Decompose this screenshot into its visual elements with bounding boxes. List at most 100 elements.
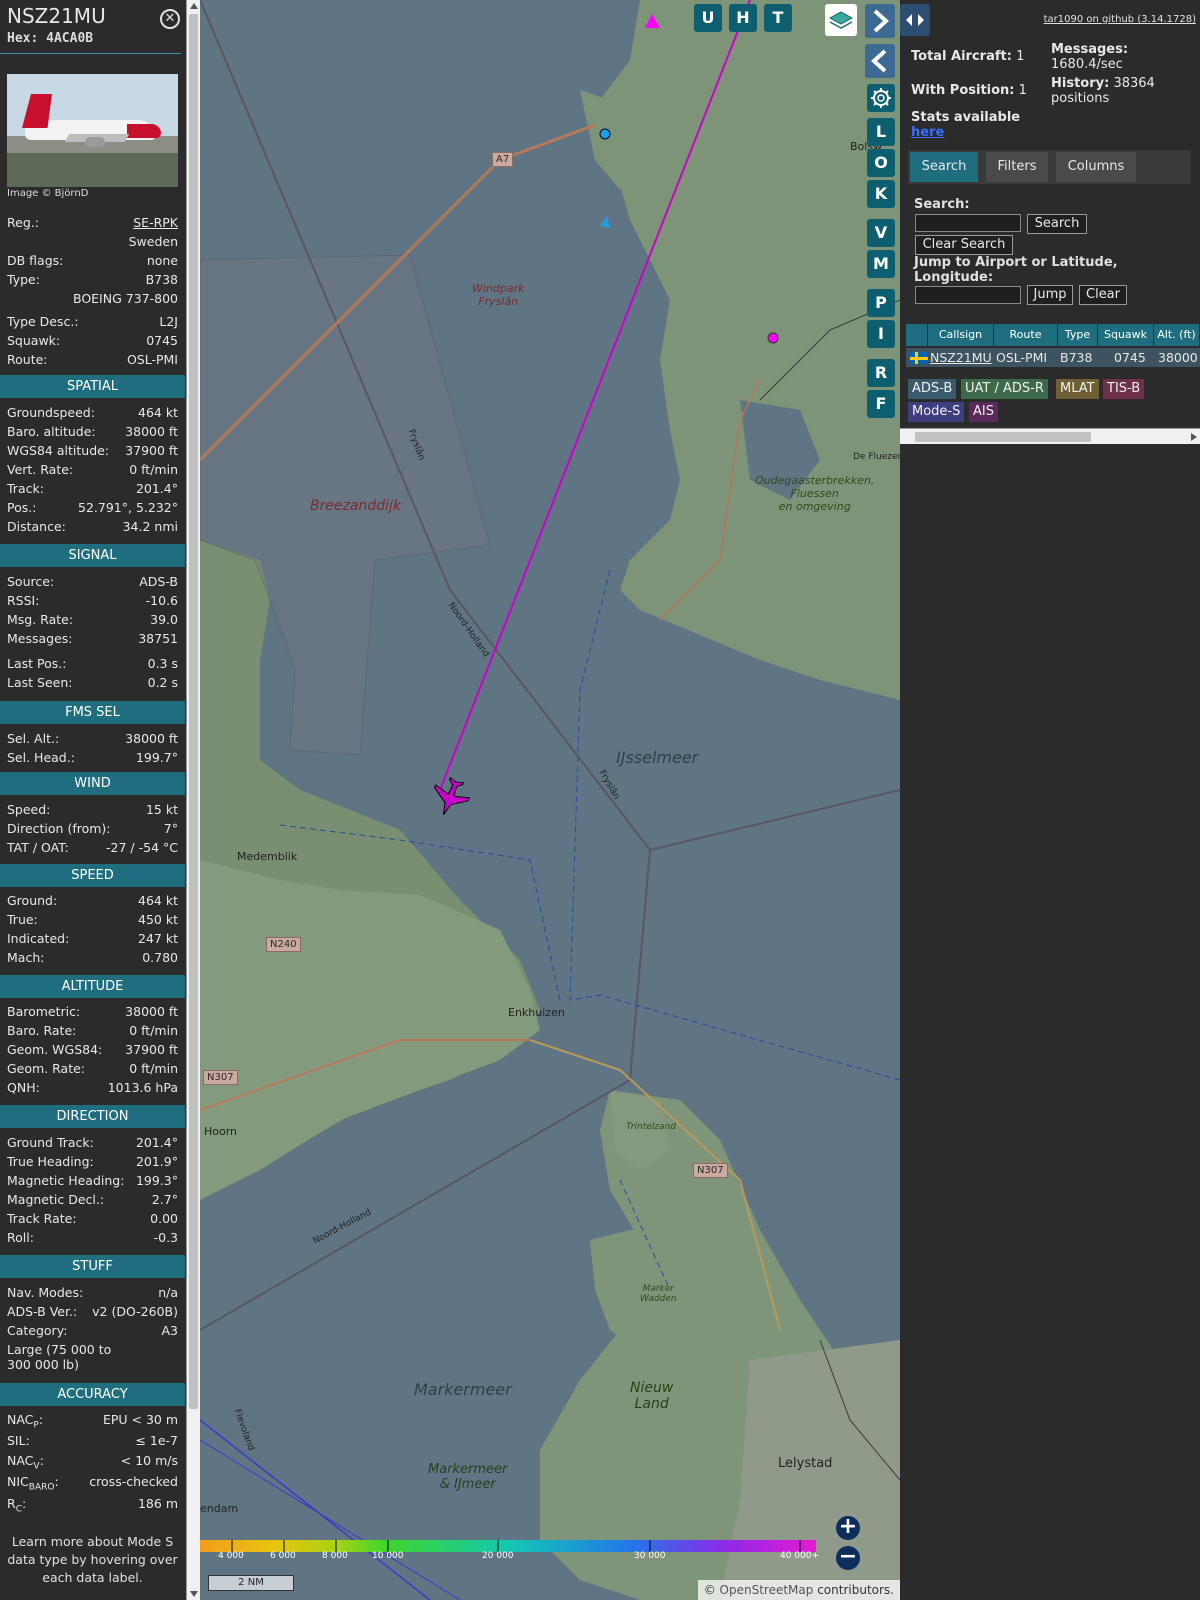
col-type[interactable]: Type — [1058, 324, 1098, 346]
source-tisb[interactable]: TIS-B — [1103, 379, 1145, 399]
map-btn-o[interactable]: O — [867, 149, 895, 177]
source-uat[interactable]: UAT / ADS-R — [961, 379, 1048, 399]
chevron-left-icon[interactable] — [865, 44, 895, 78]
osm-link[interactable]: OpenStreetMap — [720, 1583, 814, 1597]
source-adsb[interactable]: ADS-B — [908, 379, 957, 399]
zoom-in-icon[interactable]: + — [836, 1516, 860, 1540]
stats-link[interactable]: here — [911, 125, 944, 140]
map-btn-v[interactable]: V — [867, 219, 895, 247]
col-route[interactable]: Route — [994, 324, 1058, 346]
info-row: Reg.: SE-RPK — [7, 215, 178, 233]
label-lelystad: Lelystad — [778, 1456, 833, 1471]
clear-button[interactable]: Clear — [1079, 285, 1127, 305]
section-direction: DIRECTION — [0, 1105, 185, 1128]
tab-filters[interactable]: Filters — [986, 152, 1048, 182]
label-nieuw-land: Nieuw Land — [630, 1380, 674, 1412]
info-row: QNH: 1013.6 hPa — [7, 1080, 178, 1098]
info-value: BOEING 737-800 — [72, 291, 178, 306]
section-speed: SPEED — [0, 864, 185, 887]
info-row: Geom. WGS84: 37900 ft — [7, 1042, 178, 1060]
other-aircraft-marker — [767, 332, 779, 344]
map-btn-f[interactable]: F — [867, 390, 895, 418]
table-row[interactable]: NSZ21MU OSL-PMI B738 0745 38000 — [906, 348, 1200, 367]
github-link[interactable]: tar1090 on github (3.14.1728) — [1044, 14, 1196, 25]
label-enkhuizen: Enkhuizen — [508, 1006, 565, 1019]
aircraft-photo[interactable] — [7, 74, 178, 187]
map-view[interactable]: Windpark Fryslân Breezanddijk IJsselmeer … — [200, 0, 900, 1600]
info-value: 1013.6 hPa — [107, 1080, 178, 1095]
jump-input[interactable] — [915, 286, 1021, 304]
col-callsign[interactable]: Callsign — [928, 324, 994, 346]
source-modes[interactable]: Mode-S — [908, 402, 965, 422]
info-value: 0.2 s — [147, 675, 178, 690]
map-btn-i[interactable]: I — [867, 320, 895, 348]
map-btn-h[interactable]: H — [729, 4, 757, 32]
info-value: OSL-PMI — [126, 352, 178, 367]
map-btn-p[interactable]: P — [867, 289, 895, 317]
search-input[interactable] — [915, 214, 1021, 232]
map-btn-k[interactable]: K — [867, 180, 895, 208]
info-row: Baro. Rate: 0 ft/min — [7, 1023, 178, 1041]
row-type: B738 — [1060, 350, 1093, 365]
info-value: 0.3 s — [147, 656, 178, 671]
col-squawk[interactable]: Squawk — [1098, 324, 1154, 346]
altitude-color-scale — [200, 1537, 816, 1552]
col-altitude[interactable]: Alt. (ft) — [1154, 324, 1200, 346]
info-row: Pos.: 52.791°, 5.232° — [7, 500, 178, 518]
info-row: Type Desc.: L2J — [7, 314, 178, 332]
info-label: Roll: — [7, 1230, 34, 1245]
map-btn-t[interactable]: T — [764, 4, 792, 32]
jump-label: Jump to Airport or Latitude, Longitude: — [914, 255, 1118, 285]
row-callsign[interactable]: NSZ21MU — [930, 348, 992, 367]
info-value: 0 ft/min — [129, 1061, 178, 1076]
tab-search[interactable]: Search — [910, 152, 978, 182]
source-ais[interactable]: AIS — [969, 402, 998, 422]
info-row: Distance: 34.2 nmi — [7, 519, 178, 537]
info-value: 37900 ft — [125, 1042, 178, 1057]
info-row: Msg. Rate: 39.0 — [7, 612, 178, 630]
info-label: Baro. Rate: — [7, 1023, 77, 1038]
map-btn-l[interactable]: L — [867, 118, 895, 146]
aircraft-info-panel: NSZ21MU Hex: 4ACA0B ✕ Image © BjörnD Lea… — [0, 0, 200, 1600]
info-row: Track Rate: 0.00 — [7, 1211, 178, 1229]
info-row: Vert. Rate: 0 ft/min — [7, 462, 178, 480]
section-fms: FMS SEL — [0, 701, 185, 724]
info-label: Groundspeed: — [7, 405, 95, 420]
info-value: 15 kt — [145, 802, 178, 817]
layers-icon[interactable] — [825, 4, 857, 36]
info-value: 34.2 nmi — [122, 519, 178, 534]
info-value: 464 kt — [138, 893, 178, 908]
info-value: cross-checked — [89, 1474, 178, 1489]
map-btn-u[interactable]: U — [694, 4, 722, 32]
info-value: 52.791°, 5.232° — [78, 500, 178, 515]
col-flag[interactable] — [906, 324, 928, 346]
source-mlat[interactable]: MLAT — [1056, 379, 1099, 399]
road-shield-n307-east: N307 — [693, 1163, 728, 1178]
left-panel-scrollbar[interactable] — [186, 0, 200, 1600]
gear-icon[interactable] — [867, 84, 895, 112]
tab-columns[interactable]: Columns — [1056, 152, 1136, 182]
road-shield-a7: A7 — [492, 152, 514, 167]
clear-search-button[interactable]: Clear Search — [915, 235, 1013, 255]
info-row: Ground: 464 kt — [7, 893, 178, 911]
zoom-out-icon[interactable]: − — [836, 1546, 860, 1570]
search-button[interactable]: Search — [1027, 214, 1087, 234]
info-value: 201.4° — [135, 481, 178, 496]
info-label: Route: — [7, 352, 48, 367]
section-stuff: STUFF — [0, 1255, 185, 1278]
jump-button[interactable]: Jump — [1027, 285, 1073, 305]
close-icon[interactable]: ✕ — [160, 9, 180, 29]
info-row: DB flags: none — [7, 253, 178, 271]
map-btn-r[interactable]: R — [867, 359, 895, 387]
info-label: Geom. WGS84: — [7, 1042, 103, 1057]
label-breezanddijk: Breezanddijk — [310, 498, 402, 514]
chevron-right-icon[interactable] — [865, 4, 895, 38]
map-btn-m[interactable]: M — [867, 250, 895, 278]
table-horizontal-scrollbar[interactable] — [900, 428, 1200, 444]
info-value: 38000 ft — [125, 731, 178, 746]
info-value[interactable]: SE-RPK — [133, 215, 178, 230]
aircraft-hex: Hex: 4ACA0B — [7, 31, 93, 46]
info-row: Last Seen: 0.2 s — [7, 675, 178, 693]
panel-toggle-icon[interactable] — [900, 4, 930, 36]
road-shield-n240: N240 — [266, 937, 301, 952]
